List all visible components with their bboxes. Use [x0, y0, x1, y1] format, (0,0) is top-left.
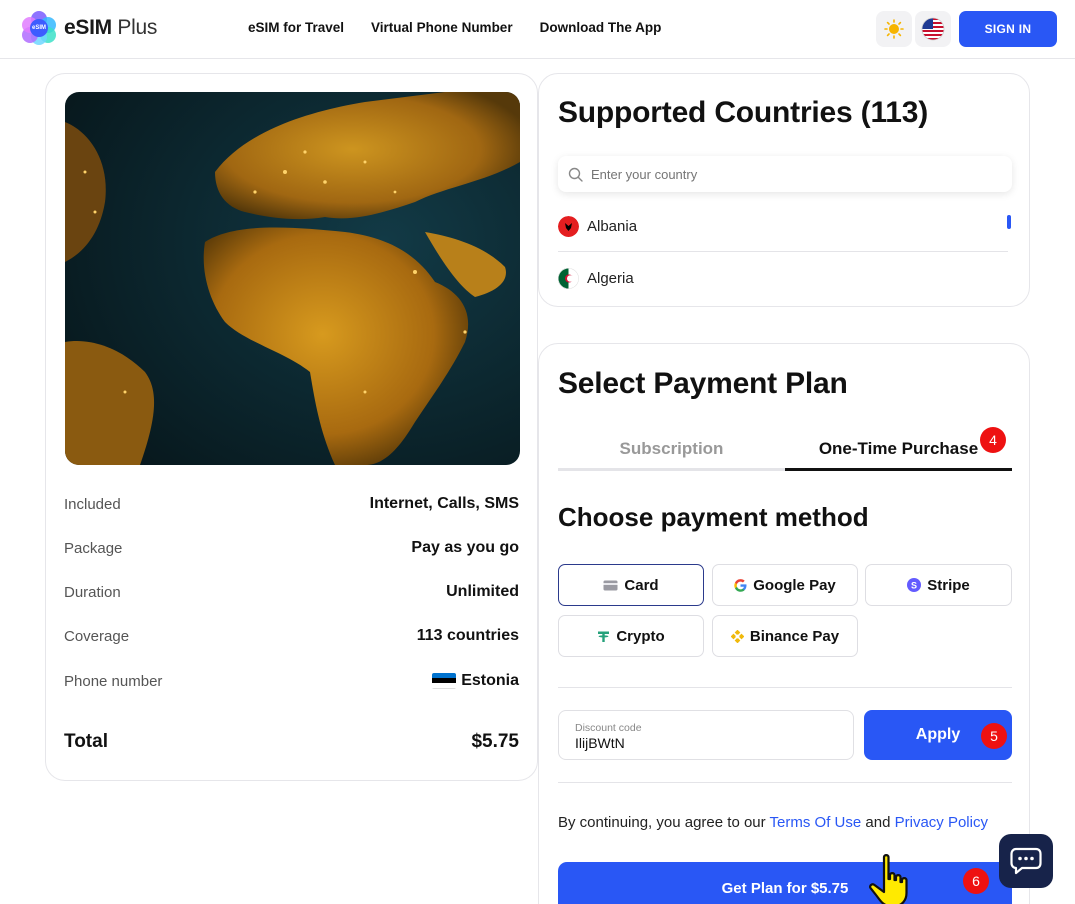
google-pay-method-label: Google Pay	[753, 576, 836, 594]
duration-label: Duration	[64, 583, 121, 601]
supported-countries-card: Supported Countries (113) Albania Algeri…	[538, 73, 1030, 307]
coverage-value: 113 countries	[416, 627, 519, 644]
country-divider	[558, 251, 1008, 252]
sun-icon	[884, 19, 904, 39]
step-badge-6: 6	[963, 868, 989, 894]
card-method-label: Card	[624, 576, 659, 594]
get-plan-button[interactable]: Get Plan for $5.75	[558, 862, 1012, 904]
included-row: Included Internet, Calls, SMS	[64, 495, 519, 513]
total-row: Total $5.75	[64, 731, 519, 753]
nav-virtual-phone-number[interactable]: Virtual Phone Number	[371, 20, 513, 35]
main-nav: eSIM for Travel Virtual Phone Number Dow…	[248, 20, 661, 35]
stripe-method-label: Stripe	[927, 576, 970, 594]
top-header: eSIM eSIM Plus eSIM for Travel Virtual P…	[0, 0, 1075, 59]
package-label: Package	[64, 539, 123, 557]
crypto-method-label: Crypto	[616, 627, 665, 645]
nav-download-app[interactable]: Download The App	[540, 20, 662, 35]
package-value: Pay as you go	[411, 539, 519, 556]
phone-number-row: Phone number Estonia	[64, 672, 519, 690]
payment-title: Select Payment Plan	[558, 367, 848, 400]
duration-value: Unlimited	[446, 583, 519, 600]
logo-brand: eSIM	[64, 16, 112, 39]
google-pay-method-button[interactable]: Google Pay	[712, 564, 858, 606]
plan-details-card: Included Internet, Calls, SMS Package Pa…	[45, 73, 538, 781]
earth-night-image	[65, 92, 520, 465]
sign-in-button[interactable]: SIGN IN	[959, 11, 1057, 47]
country-search[interactable]	[558, 156, 1012, 192]
phone-number-value: Estonia	[461, 672, 519, 689]
discount-code-label: Discount code	[575, 722, 642, 734]
total-label: Total	[64, 731, 108, 752]
included-label: Included	[64, 495, 121, 513]
discount-code-field[interactable]: Discount code IlijBWtN	[558, 710, 854, 760]
included-value: Internet, Calls, SMS	[369, 495, 519, 512]
discount-code-value[interactable]: IlijBWtN	[575, 735, 837, 751]
binance-pay-method-label: Binance Pay	[749, 627, 840, 645]
stripe-icon: S	[907, 578, 922, 592]
chat-bubble-icon	[1010, 847, 1042, 875]
esim-plus-logo[interactable]: eSIM eSIM Plus	[22, 11, 157, 45]
country-name: Algeria	[587, 269, 634, 287]
step-badge-5: 5	[981, 723, 1007, 749]
us-flag-icon	[921, 17, 945, 41]
section-divider	[558, 687, 1012, 688]
country-item-albania[interactable]: Albania	[558, 201, 1008, 251]
binance-pay-method-button[interactable]: Binance Pay	[712, 615, 858, 657]
stripe-method-button[interactable]: S Stripe	[865, 564, 1012, 606]
coverage-label: Coverage	[64, 627, 130, 645]
albania-flag-icon	[558, 215, 579, 237]
nav-esim-for-travel[interactable]: eSIM for Travel	[248, 20, 344, 35]
algeria-flag-icon	[558, 267, 579, 289]
terms-text: By continuing, you agree to our Terms Of…	[558, 814, 988, 831]
phone-number-label: Phone number	[64, 672, 163, 690]
logo-suffix: Plus	[117, 16, 158, 39]
chat-support-button[interactable]	[999, 834, 1053, 888]
card-icon	[603, 580, 618, 590]
coverage-row: Coverage 113 countries	[64, 627, 519, 645]
plan-tabs: Subscription One-Time Purchase	[558, 429, 1012, 471]
payment-plan-card: Select Payment Plan Subscription One-Tim…	[538, 343, 1030, 904]
language-button[interactable]	[915, 11, 951, 47]
country-search-input[interactable]	[591, 166, 991, 182]
countries-title: Supported Countries (113)	[558, 96, 929, 129]
binance-icon	[730, 629, 744, 643]
tether-icon	[598, 631, 610, 642]
logo-icon: eSIM	[22, 11, 56, 45]
step-badge-4: 4	[980, 427, 1006, 453]
svg-text:S: S	[911, 580, 917, 590]
google-icon	[734, 578, 747, 592]
terms-of-use-link[interactable]: Terms Of Use	[770, 814, 862, 831]
countries-scrollbar[interactable]	[1007, 215, 1011, 229]
hand-pointer-cursor-icon	[869, 854, 908, 904]
package-row: Package Pay as you go	[64, 539, 519, 557]
crypto-method-button[interactable]: Crypto	[558, 615, 704, 657]
tab-subscription[interactable]: Subscription	[558, 429, 785, 471]
privacy-policy-link[interactable]: Privacy Policy	[895, 814, 988, 831]
country-name: Albania	[587, 217, 638, 235]
tab-one-time-purchase[interactable]: One-Time Purchase	[785, 429, 1012, 471]
payment-method-title: Choose payment method	[558, 502, 869, 532]
country-item-algeria[interactable]: Algeria	[558, 253, 1008, 303]
total-value: $5.75	[471, 731, 519, 752]
estonia-flag-icon	[432, 673, 457, 689]
theme-toggle-button[interactable]	[876, 11, 912, 47]
duration-row: Duration Unlimited	[64, 583, 519, 601]
card-method-button[interactable]: Card	[558, 564, 704, 606]
search-icon	[568, 167, 583, 182]
section-divider	[558, 782, 1012, 783]
